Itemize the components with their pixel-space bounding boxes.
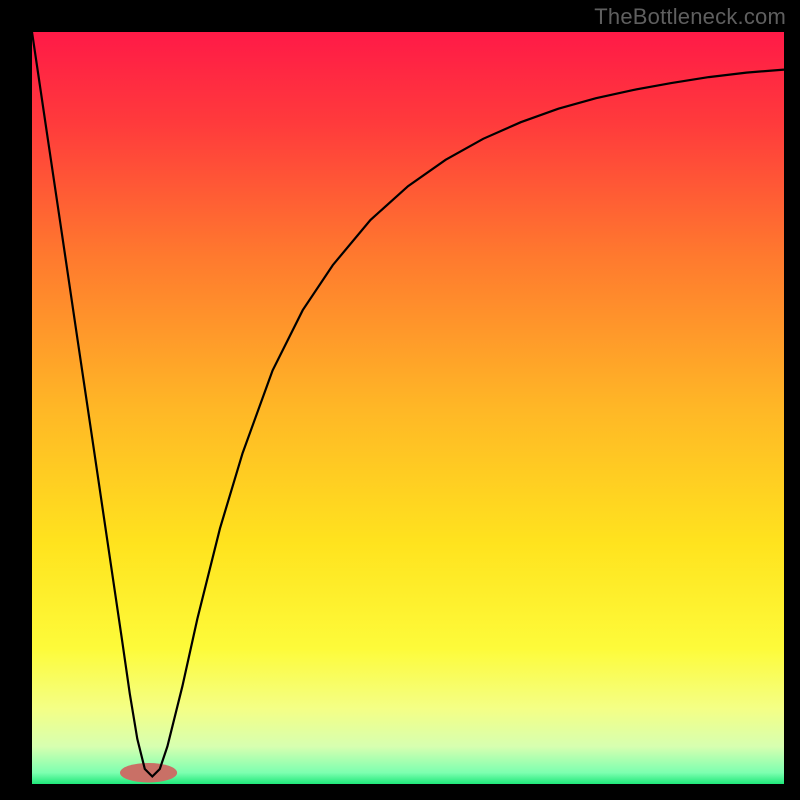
chart-svg [0, 0, 800, 800]
plot-background [32, 32, 784, 784]
chart-frame: TheBottleneck.com [0, 0, 800, 800]
watermark-text: TheBottleneck.com [594, 4, 786, 30]
